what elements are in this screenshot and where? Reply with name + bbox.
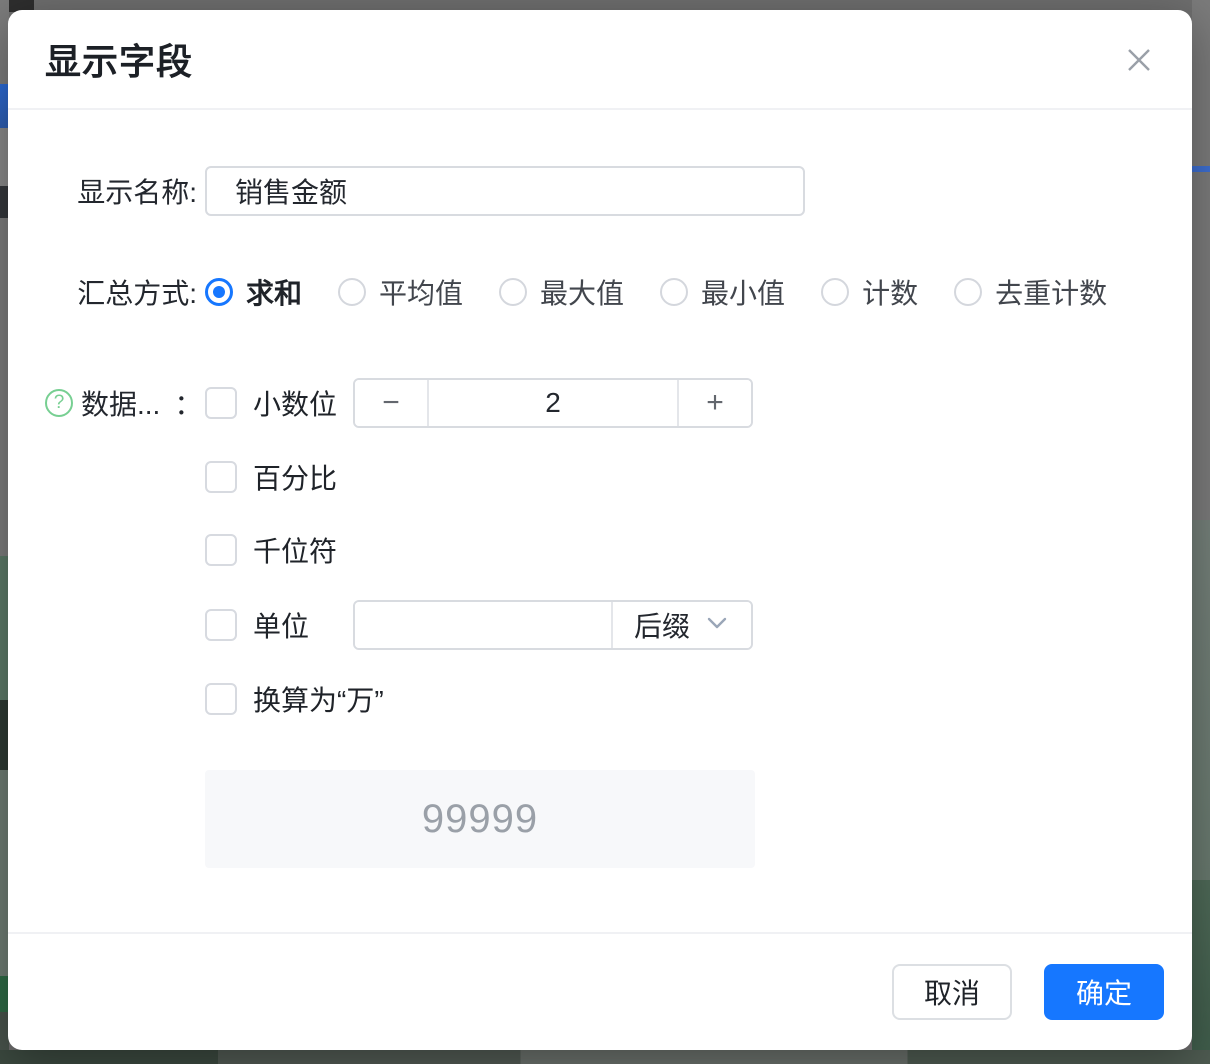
radio-min-label: 最小值	[701, 272, 785, 312]
chevron-down-icon	[704, 610, 730, 641]
data-format-colon: ：	[174, 383, 202, 423]
wan-label: 换算为“万”	[253, 679, 384, 719]
suffix-select-value: 后缀	[634, 605, 690, 645]
decimal-label: 小数位	[253, 383, 353, 423]
aggregation-radio-group: 求和 平均值 最大值 最小值 计数	[205, 272, 1107, 312]
unit-input-group: 后缀	[353, 600, 753, 650]
unit-label: 单位	[253, 605, 353, 645]
decimal-value-input[interactable]	[429, 380, 677, 426]
suffix-select[interactable]: 后缀	[611, 602, 751, 648]
unit-row: 单位 后缀	[205, 600, 755, 650]
aggregation-row: 汇总方式: 求和 平均值 最大值 最小值	[45, 276, 1152, 308]
cancel-button[interactable]: 取消	[892, 964, 1012, 1020]
unit-text-input[interactable]	[355, 602, 611, 648]
stepper-plus-button[interactable]: +	[677, 380, 751, 426]
format-preview-value: 99999	[422, 797, 538, 842]
dialog-title: 显示字段	[45, 33, 193, 85]
data-format-label: 数据...	[81, 383, 160, 423]
radio-max[interactable]: 最大值	[499, 272, 624, 312]
backdrop-right	[1192, 0, 1210, 1064]
thousands-row: 千位符	[205, 534, 755, 566]
radio-distinct-count-label: 去重计数	[995, 272, 1107, 312]
thousands-label: 千位符	[253, 530, 337, 570]
radio-icon	[499, 278, 527, 306]
wan-row: 换算为“万”	[205, 683, 755, 715]
dialog-header: 显示字段	[8, 10, 1192, 110]
backdrop-bottom	[0, 1050, 1210, 1064]
radio-icon	[660, 278, 688, 306]
display-name-row: 显示名称:	[45, 166, 1152, 216]
wan-checkbox[interactable]	[205, 683, 237, 715]
percent-row: 百分比	[205, 461, 755, 493]
display-name-input[interactable]	[205, 166, 805, 216]
aggregation-label: 汇总方式:	[45, 272, 205, 312]
unit-checkbox[interactable]	[205, 609, 237, 641]
radio-sum[interactable]: 求和	[205, 272, 302, 312]
radio-count[interactable]: 计数	[821, 272, 918, 312]
decimal-row: 小数位 − +	[205, 378, 755, 428]
dialog-body: 显示名称: 汇总方式: 求和 平均值 最大值	[8, 110, 1192, 932]
percent-label: 百分比	[253, 457, 337, 497]
format-preview: 99999	[205, 770, 755, 868]
radio-average[interactable]: 平均值	[338, 272, 463, 312]
display-name-label: 显示名称:	[45, 171, 205, 211]
radio-min[interactable]: 最小值	[660, 272, 785, 312]
help-icon[interactable]: ?	[45, 389, 73, 417]
data-format-row: ? 数据... ： 小数位 − + 百分比	[45, 378, 1152, 868]
radio-icon	[338, 278, 366, 306]
radio-icon	[821, 278, 849, 306]
radio-icon	[205, 278, 233, 306]
radio-max-label: 最大值	[540, 272, 624, 312]
ok-button[interactable]: 确定	[1044, 964, 1164, 1020]
decimal-stepper: − +	[353, 378, 753, 428]
radio-distinct-count[interactable]: 去重计数	[954, 272, 1107, 312]
close-icon	[1123, 44, 1155, 79]
data-format-label-cell: ? 数据... ：	[45, 378, 205, 428]
percent-checkbox[interactable]	[205, 461, 237, 493]
display-field-dialog: 显示字段 显示名称: 汇总方式: 求和 平均值	[8, 10, 1192, 1050]
decimal-checkbox[interactable]	[205, 387, 237, 419]
format-options: 小数位 − + 百分比 千位符 单位	[205, 378, 755, 868]
close-button[interactable]	[1122, 44, 1156, 78]
stepper-minus-button[interactable]: −	[355, 380, 429, 426]
thousands-checkbox[interactable]	[205, 534, 237, 566]
radio-sum-label: 求和	[246, 272, 302, 312]
dialog-footer: 取消 确定	[8, 932, 1192, 1050]
radio-count-label: 计数	[862, 272, 918, 312]
radio-average-label: 平均值	[379, 272, 463, 312]
radio-icon	[954, 278, 982, 306]
